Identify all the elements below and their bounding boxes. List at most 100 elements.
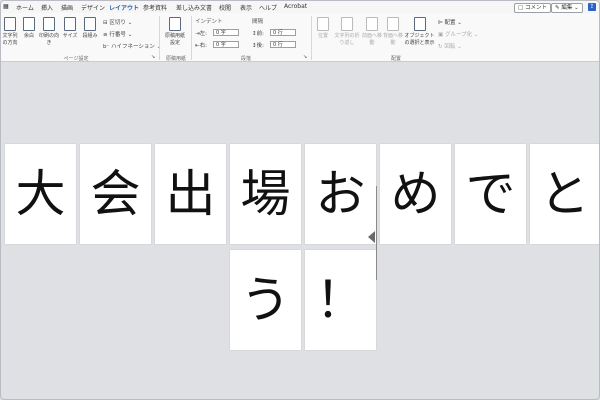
tab-acrobat[interactable]: Acrobat [284, 3, 307, 10]
tab-design[interactable]: デザイン [81, 3, 105, 12]
page: 大 [5, 144, 76, 244]
breaks-label: 区切り [109, 20, 126, 26]
manuscript-icon [169, 17, 181, 31]
tab-view[interactable]: 表示 [240, 3, 252, 12]
tab-help[interactable]: ヘルプ [259, 3, 277, 12]
page-character: ！ [315, 271, 366, 329]
margins-icon [23, 17, 35, 31]
rotate-icon: ↻ [438, 44, 443, 50]
columns-label: 段組み [82, 33, 98, 39]
wrap-text-button[interactable]: 文字列の折り返し [333, 17, 361, 46]
page: と [530, 144, 599, 244]
chevron-down-icon: ⌄ [574, 5, 579, 11]
spacing-label: 間隔 [252, 19, 264, 25]
bring-forward-label: 前面へ移動 [362, 33, 383, 46]
indent-right-text: 右: [199, 43, 207, 49]
manuscript-group-label: 原稿用紙 [165, 56, 186, 62]
page: 会 [80, 144, 151, 244]
text-direction-icon [4, 17, 16, 31]
tab-layout[interactable]: レイアウト [109, 3, 140, 14]
pencil-icon: ✎ [555, 5, 560, 11]
page: ！ [305, 250, 376, 350]
separator [159, 16, 160, 60]
tab-home[interactable]: ホーム [16, 3, 34, 12]
tab-insert[interactable]: 挿入 [41, 3, 53, 12]
spacing-before-field[interactable]: 0 行 [270, 29, 296, 36]
page: め [380, 144, 451, 244]
spacing-after-field[interactable]: 0 行 [270, 41, 296, 48]
document-canvas[interactable]: 大 会 出 場 お め で と う ！ [1, 62, 599, 399]
page: う [230, 250, 301, 350]
editing-label: 編集 [561, 5, 573, 11]
hyphenation-button[interactable]: b⁻ ハイフネーション ⌄ [103, 42, 161, 50]
spacing-after-text: 後: [256, 43, 264, 49]
breaks-icon: ⊟ [103, 20, 108, 26]
line-numbers-button[interactable]: ≡ 行番号 ⌄ [103, 30, 132, 38]
align-icon: ⊫ [438, 20, 443, 26]
tab-file-icon[interactable]: ▦ [3, 3, 9, 10]
editing-mode-button[interactable]: ✎ 編集 ⌄ [551, 3, 583, 13]
spacing-before-text: 前: [256, 31, 264, 37]
ribbon-tab-bar: ▦ ホーム 挿入 描画 デザイン レイアウト 参考資料 差し込み文書 校閲 表示… [1, 1, 599, 14]
position-button[interactable]: 位置 [314, 17, 332, 39]
page: 場 [230, 144, 301, 244]
page-character: め [390, 165, 441, 223]
line-numbers-label: 行番号 [109, 32, 126, 38]
selection-pane-label: オブジェクトの選択と表示 [404, 33, 435, 46]
margins-button[interactable]: 余白 [20, 17, 38, 39]
share-icon[interactable]: ⇪ [588, 3, 596, 11]
orientation-button[interactable]: 印刷の向き [38, 17, 60, 46]
group-label: グループ化 [444, 32, 473, 38]
align-label: 配置 [444, 20, 456, 26]
page-setup-launcher-icon[interactable]: ↘ [151, 54, 155, 60]
page: 出 [155, 144, 226, 244]
page-character: 大 [15, 165, 66, 223]
rotate-label: 回転 [444, 44, 456, 50]
indent-left-field[interactable]: 0 字 [213, 29, 239, 36]
group-button[interactable]: ▣ グループ化 ⌄ [438, 30, 478, 38]
orientation-icon [43, 17, 55, 31]
bring-forward-icon [366, 17, 378, 31]
tab-mailings[interactable]: 差し込み文書 [176, 3, 212, 12]
page-character: で [465, 165, 516, 223]
columns-button[interactable]: 段組み [80, 17, 100, 39]
spacing-after-label: ↕後: [252, 41, 264, 49]
comment-button[interactable]: □ コメント [514, 3, 551, 13]
hyphenation-icon: b⁻ [103, 44, 110, 50]
line-numbers-icon: ≡ [103, 32, 108, 38]
orientation-label: 印刷の向き [38, 33, 59, 46]
position-icon [317, 17, 329, 31]
paragraph-launcher-icon[interactable]: ↘ [303, 54, 307, 60]
arrange-group-label: 配置 [390, 56, 401, 62]
wrap-text-label: 文字列の折り返し [334, 33, 360, 46]
wrap-text-icon [341, 17, 353, 31]
manuscript-settings-button[interactable]: 原稿用紙設定 [163, 17, 187, 46]
ribbon-layout: 文字列の方向 余白 印刷の向き サイズ 段組み ⊟ 区切り ⌄ ≡ 行番号 ⌄ … [1, 13, 599, 62]
columns-icon [84, 17, 96, 31]
tab-review[interactable]: 校閲 [219, 3, 231, 12]
send-backward-button[interactable]: 背面へ移動 [383, 17, 403, 46]
page-setup-group-label: ページ設定 [63, 56, 89, 62]
tab-references[interactable]: 参考資料 [143, 3, 167, 12]
indent-left-label: ⇥左: [195, 29, 207, 37]
breaks-button[interactable]: ⊟ 区切り ⌄ [103, 18, 132, 26]
separator [191, 16, 192, 60]
page-character: 出 [165, 165, 216, 223]
indent-left-text: 左: [199, 31, 207, 37]
selection-pane-button[interactable]: オブジェクトの選択と表示 [404, 17, 435, 46]
word-window: ▦ ホーム 挿入 描画 デザイン レイアウト 参考資料 差し込み文書 校閲 表示… [0, 0, 600, 400]
text-direction-label: 文字列の方向 [2, 33, 18, 46]
align-button[interactable]: ⊫ 配置 ⌄ [438, 18, 462, 26]
page-boundary-marker [376, 186, 377, 280]
spacing-before-label: ↕前: [252, 29, 264, 37]
tab-draw[interactable]: 描画 [61, 3, 73, 12]
indent-right-field[interactable]: 0 字 [213, 41, 239, 48]
page: で [455, 144, 526, 244]
bring-forward-button[interactable]: 前面へ移動 [362, 17, 382, 46]
comment-label: コメント [524, 5, 547, 11]
group-icon: ▣ [438, 32, 444, 38]
rotate-button[interactable]: ↻ 回転 ⌄ [438, 42, 462, 50]
size-button[interactable]: サイズ [60, 17, 80, 39]
text-direction-button[interactable]: 文字列の方向 [1, 17, 19, 46]
hyphenation-label: ハイフネーション [111, 44, 155, 50]
